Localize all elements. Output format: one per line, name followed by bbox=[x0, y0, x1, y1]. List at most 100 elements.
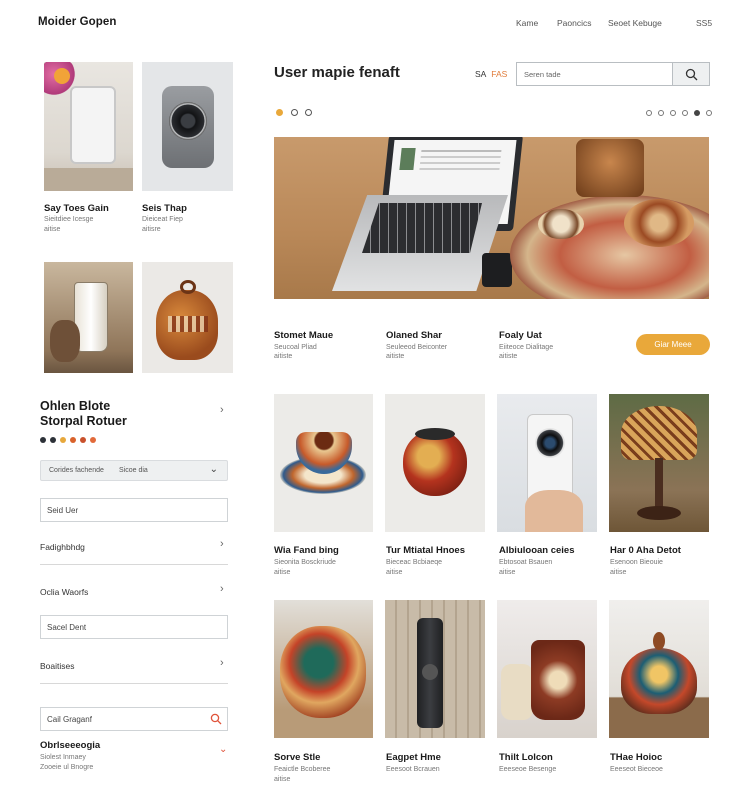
product-image-camera[interactable] bbox=[142, 62, 233, 191]
product-title[interactable]: Har 0 Aha Detot bbox=[610, 545, 681, 556]
chevron-right-icon[interactable]: › bbox=[220, 657, 224, 669]
swatch-orange[interactable] bbox=[70, 437, 76, 443]
slide-dot[interactable] bbox=[682, 110, 688, 116]
product-subtitle: Ebtosoat Bsauen bbox=[499, 559, 553, 566]
divider bbox=[40, 683, 228, 684]
footer-heading: Obrlseeeogia bbox=[40, 740, 101, 751]
chevron-right-icon[interactable]: › bbox=[220, 404, 224, 416]
featured-title[interactable]: Stomet Maue bbox=[274, 330, 333, 341]
divider bbox=[40, 564, 228, 565]
wood-carving bbox=[50, 320, 80, 362]
product-image-doorbell[interactable] bbox=[497, 394, 597, 532]
product-image-remote[interactable] bbox=[385, 600, 485, 738]
sidebar-search-input[interactable]: Cail Graganf bbox=[40, 707, 228, 731]
chevron-right-icon[interactable]: › bbox=[220, 538, 224, 550]
product-image-teacup[interactable] bbox=[274, 394, 373, 532]
sort-filter-bar[interactable]: Corides fachende Sicoe dia ⌄ bbox=[40, 460, 228, 481]
decorative-box bbox=[576, 139, 644, 197]
featured-meta: aitiste bbox=[274, 353, 293, 360]
decorative-bowl bbox=[624, 199, 694, 247]
chevron-right-icon[interactable]: › bbox=[220, 583, 224, 595]
product-meta: aitise bbox=[44, 226, 61, 233]
product-image-teapot[interactable] bbox=[385, 394, 485, 532]
carousel-dot-active[interactable] bbox=[276, 109, 283, 116]
product-image-lamp[interactable] bbox=[609, 394, 709, 532]
color-swatches bbox=[40, 437, 96, 443]
product-subtitle: Eeeseot Bieceoe bbox=[610, 766, 663, 773]
teapot-lid bbox=[415, 428, 455, 440]
page-title: User mapie fenaft bbox=[274, 64, 400, 81]
product-title[interactable]: Eagpet Hme bbox=[386, 752, 441, 763]
product-title[interactable]: Thilt Lolcon bbox=[499, 752, 553, 763]
carousel-dot[interactable] bbox=[291, 109, 298, 116]
accordion-brand[interactable]: Oclia Waorfs bbox=[40, 587, 228, 597]
ceramic-jar bbox=[280, 626, 366, 718]
slide-dot-active[interactable] bbox=[694, 110, 700, 116]
product-image-lidded-bowl[interactable] bbox=[609, 600, 709, 738]
featured-title[interactable]: Olaned Shar bbox=[386, 330, 442, 341]
swatch-coral[interactable] bbox=[90, 437, 96, 443]
product-image-phone[interactable] bbox=[44, 62, 133, 191]
text-filter-field[interactable]: Seid Uer bbox=[40, 498, 228, 522]
text-filter-field[interactable]: Sacel Dent bbox=[40, 615, 228, 639]
product-title[interactable]: Seis Thap bbox=[142, 203, 187, 214]
product-subtitle: Sieitdiee Icesge bbox=[44, 216, 94, 223]
product-image-jar-lid[interactable] bbox=[274, 600, 373, 738]
brand-logo[interactable]: Moider Gopen bbox=[38, 16, 117, 28]
featured-title[interactable]: Foaly Uat bbox=[499, 330, 542, 341]
product-meta: aitise bbox=[499, 569, 516, 576]
teapot-pattern bbox=[168, 316, 208, 332]
search-icon[interactable] bbox=[210, 713, 222, 725]
product-title[interactable]: THae Hoioc bbox=[610, 752, 662, 763]
search-button[interactable] bbox=[672, 63, 709, 85]
product-image-jar[interactable] bbox=[44, 262, 133, 373]
cta-button[interactable]: Giar Meee bbox=[636, 334, 710, 355]
camera-lens bbox=[169, 102, 207, 140]
product-meta: aitise bbox=[274, 569, 291, 576]
swatch-dark[interactable] bbox=[50, 437, 56, 443]
search-placeholder: Seren tade bbox=[524, 70, 561, 79]
lamp-base bbox=[637, 506, 681, 520]
keyboard-keys bbox=[362, 203, 482, 253]
hero-banner-image[interactable] bbox=[274, 137, 709, 299]
flower-decor bbox=[54, 68, 70, 84]
product-title[interactable]: Wia Fand bing bbox=[274, 545, 339, 556]
hand bbox=[525, 490, 583, 532]
nav-link-account[interactable]: SS5 bbox=[696, 18, 712, 28]
sidebar-search-placeholder: Cail Graganf bbox=[47, 715, 92, 724]
slide-dot[interactable] bbox=[658, 110, 664, 116]
product-title[interactable]: Albiulooan ceies bbox=[499, 545, 575, 556]
phone-on-table bbox=[482, 253, 512, 287]
product-image-teapot[interactable] bbox=[142, 262, 233, 373]
swatch-amber[interactable] bbox=[60, 437, 66, 443]
text-lines bbox=[421, 150, 502, 152]
product-image-vases[interactable] bbox=[497, 600, 597, 738]
vase-small bbox=[501, 664, 533, 720]
product-subtitle: Feaictle Bcoberee bbox=[274, 766, 331, 773]
slide-dot[interactable] bbox=[706, 110, 712, 116]
product-subtitle: Sieonita Bosckriude bbox=[274, 559, 336, 566]
product-title[interactable]: Sorve Stle bbox=[274, 752, 320, 763]
lidded-bowl bbox=[621, 648, 697, 714]
carousel-dot[interactable] bbox=[305, 109, 312, 116]
search-input[interactable]: Seren tade bbox=[516, 62, 710, 86]
swatch-dark[interactable] bbox=[40, 437, 46, 443]
accordion-materials[interactable]: Boaitises bbox=[40, 661, 228, 671]
footer-text: Zooeie ul Bnogre bbox=[40, 764, 94, 771]
product-title[interactable]: Tur Mtiatal Hnoes bbox=[386, 545, 465, 556]
sort-toggle-icon[interactable]: ⌄ bbox=[210, 464, 218, 475]
accordion-category[interactable]: Fadighbhdg bbox=[40, 542, 228, 552]
nav-link-search[interactable]: Seoet Kebuge bbox=[608, 18, 662, 28]
slide-dot[interactable] bbox=[670, 110, 676, 116]
product-subtitle: Eeeseoe Besenge bbox=[499, 766, 557, 773]
product-subtitle: Esenoon Bieouie bbox=[610, 559, 663, 566]
lamp-stem bbox=[655, 458, 663, 508]
product-subtitle: Dieiceat Fiep bbox=[142, 216, 183, 223]
swatch-rust[interactable] bbox=[80, 437, 86, 443]
chevron-down-icon[interactable]: ⌄ bbox=[219, 744, 227, 755]
slide-dot[interactable] bbox=[646, 110, 652, 116]
nav-link-products[interactable]: Paoncics bbox=[557, 18, 592, 28]
filter-title: Ohlen Blote Storpal Rotuer bbox=[40, 399, 127, 428]
product-title[interactable]: Say Toes Gain bbox=[44, 203, 109, 214]
nav-link-home[interactable]: Kame bbox=[516, 18, 538, 28]
